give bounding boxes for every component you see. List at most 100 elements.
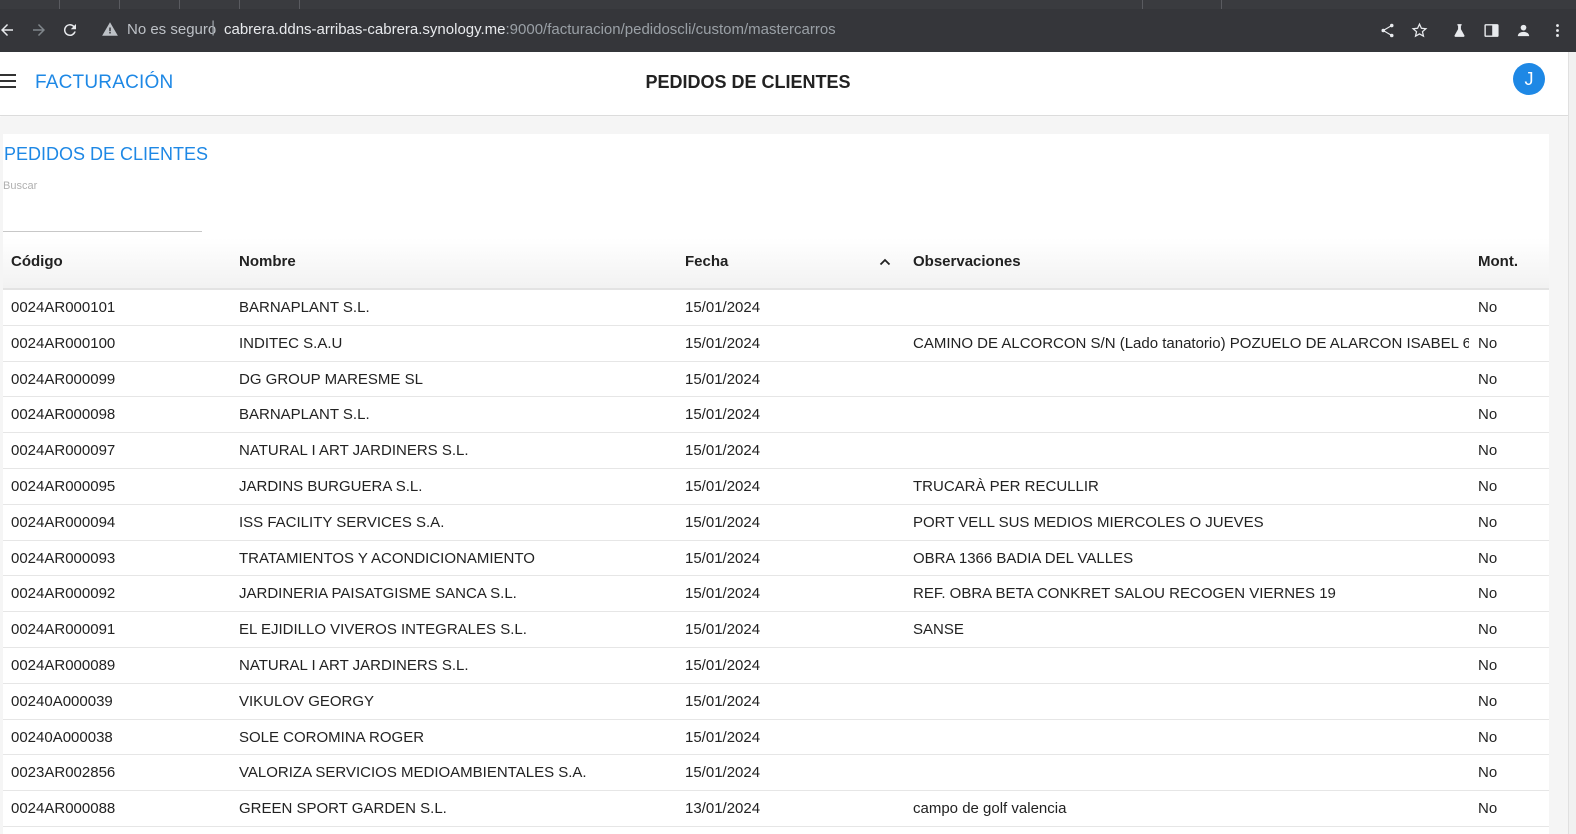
profile-icon[interactable]: [1512, 19, 1534, 41]
table-row[interactable]: 0023AR002856 VALORIZA SERVICIOS MEDIOAMBI…: [3, 755, 1549, 792]
warning-icon[interactable]: [101, 20, 119, 38]
cell-mont: No: [1478, 656, 1498, 674]
cell-fecha: 15/01/2024: [685, 299, 761, 316]
table-row[interactable]: 00240A000039 VIKULOV GEORGY 15/01/2024 No: [3, 684, 1549, 720]
table-row[interactable]: 0024AR000089 NATURAL I ART JARDINERS S.L.…: [3, 648, 1549, 684]
cell-fecha: 15/01/2024: [685, 406, 761, 424]
sort-ascending-icon[interactable]: [879, 256, 891, 268]
browser-toolbar: No es seguro | cabrera.ddns-arribas-cabr…: [0, 9, 1576, 52]
table-row[interactable]: 0024AR000100 INDITEC S.A.U 15/01/2024 CAMIN…: [3, 326, 1549, 362]
cell-fecha: 15/01/2024: [685, 764, 761, 782]
labs-flask-icon[interactable]: [1448, 19, 1470, 41]
cell-fecha: 15/01/2024: [685, 442, 761, 460]
table-row[interactable]: 0024AR000097 NATURAL I ART JARDINERS S.L.…: [3, 433, 1549, 469]
cell-nombre: NATURAL I ART JARDINERS S.L.: [239, 442, 469, 460]
cell-mont: No: [1478, 334, 1498, 352]
cell-nombre: GREEN SPORT GARDEN S.L.: [239, 800, 447, 818]
url-bar[interactable]: cabrera.ddns-arribas-cabrera.synology.me…: [224, 21, 836, 38]
side-panel-icon[interactable]: [1480, 19, 1502, 41]
cell-nombre: VALORIZA SERVICIOS MEDIOAMBIENTALES S.A.: [239, 764, 587, 782]
cell-mont: No: [1478, 477, 1498, 495]
share-icon[interactable]: [1376, 19, 1398, 41]
cell-codigo: 0024AR000091: [11, 621, 116, 639]
cell-nombre: SOLE COROMINA ROGER: [239, 728, 425, 746]
star-icon[interactable]: [1408, 19, 1430, 41]
browser-tab[interactable]: [60, 0, 120, 9]
search-label: Buscar: [3, 180, 38, 192]
cell-fecha: 15/01/2024: [685, 728, 761, 746]
cell-mont: No: [1478, 728, 1498, 746]
cell-nombre: ISS FACILITY SERVICES S.A.: [239, 513, 445, 531]
cell-codigo: 00240A000039: [11, 692, 113, 710]
cell-observaciones: campo de golf valencia: [913, 800, 1067, 818]
cell-mont: No: [1478, 370, 1498, 388]
browser-menu-icon[interactable]: [1546, 19, 1568, 41]
cell-observaciones: REF. OBRA BETA CONKRET SALOU RECOGEN VIE…: [913, 585, 1336, 603]
cell-fecha: 15/01/2024: [685, 477, 761, 495]
cell-codigo: 0024AR000092: [11, 585, 116, 603]
table-row[interactable]: 0024AR000101 BARNAPLANT S.L. 15/01/2024 No: [3, 290, 1549, 326]
browser-tab[interactable]: [240, 0, 300, 9]
reload-icon[interactable]: [59, 19, 81, 41]
cell-fecha: 15/01/2024: [685, 513, 761, 531]
avatar[interactable]: J: [1513, 63, 1545, 95]
column-header-nombre[interactable]: Nombre: [239, 253, 296, 270]
security-label[interactable]: No es seguro: [127, 21, 216, 38]
browser-tab-strip: [0, 0, 1576, 9]
cell-nombre: TRATAMIENTOS Y ACONDICIONAMIENTO: [239, 549, 535, 567]
table-row[interactable]: 0024AR000098 BARNAPLANT S.L. 15/01/2024 No: [3, 397, 1549, 434]
cell-fecha: 15/01/2024: [685, 692, 761, 710]
column-header-codigo[interactable]: Código: [11, 253, 63, 270]
browser-tab[interactable]: [0, 0, 60, 9]
cell-codigo: 0023AR002856: [11, 764, 116, 782]
browser-tab[interactable]: [180, 0, 240, 9]
cell-fecha: 13/01/2024: [685, 800, 761, 818]
cell-observaciones: SANSE: [913, 621, 964, 639]
cell-nombre: BARNAPLANT S.L.: [239, 299, 370, 316]
table-row[interactable]: 0024AR000092 JARDINERIA PAISATGISME SANCA…: [3, 576, 1549, 613]
app-header: FACTURACIÓN PEDIDOS DE CLIENTES J: [0, 52, 1568, 116]
cell-observaciones: CAMINO DE ALCORCON S/N (Lado tanatorio) …: [913, 334, 1469, 352]
back-icon[interactable]: [0, 19, 18, 41]
table-row[interactable]: 00240A000038 SOLE COROMINA ROGER 15/01/202…: [3, 720, 1549, 756]
orders-panel: PEDIDOS DE CLIENTES Buscar Código Nombre…: [3, 134, 1549, 834]
url-path: :9000/facturacion/pedidoscli/custom/mast…: [505, 21, 836, 38]
cell-codigo: 0024AR000088: [11, 800, 116, 818]
table-body: 0024AR000101 BARNAPLANT S.L. 15/01/2024 No 0…: [3, 290, 1549, 827]
cell-mont: No: [1478, 800, 1498, 818]
table-row[interactable]: 0024AR000095 JARDINS BURGUERA S.L. 15/01/2…: [3, 469, 1549, 505]
cell-mont: No: [1478, 692, 1498, 710]
browser-tab[interactable]: [1142, 0, 1222, 9]
table-row[interactable]: 0024AR000093 TRATAMIENTOS Y ACONDICIONAMI…: [3, 541, 1549, 577]
column-header-observaciones[interactable]: Observaciones: [913, 253, 1021, 270]
url-separator: |: [211, 19, 216, 36]
cell-nombre: EL EJIDILLO VIVEROS INTEGRALES S.L.: [239, 621, 527, 639]
table-row[interactable]: 0024AR000099 DG GROUP MARESME SL 15/01/202…: [3, 362, 1549, 398]
cell-observaciones: TRUCARÀ PER RECULLIR: [913, 477, 1099, 495]
cell-mont: No: [1478, 299, 1498, 316]
cell-observaciones: PORT VELL SUS MEDIOS MIERCOLES O JUEVES: [913, 513, 1264, 531]
table-header: Código Nombre Fecha Observaciones Mont.: [3, 238, 1549, 290]
cell-codigo: 00240A000038: [11, 728, 113, 746]
cell-codigo: 0024AR000100: [11, 334, 116, 352]
cell-codigo: 0024AR000094: [11, 513, 116, 531]
browser-tab[interactable]: [120, 0, 180, 9]
cell-fecha: 15/01/2024: [685, 370, 761, 388]
cell-mont: No: [1478, 442, 1498, 460]
forward-icon[interactable]: [28, 19, 50, 41]
page-scrollbar[interactable]: [1568, 52, 1576, 834]
cell-fecha: 15/01/2024: [685, 549, 761, 567]
table-row[interactable]: 0024AR000091 EL EJIDILLO VIVEROS INTEGRAL…: [3, 612, 1549, 648]
cell-fecha: 15/01/2024: [685, 656, 761, 674]
cell-mont: No: [1478, 585, 1498, 603]
cell-codigo: 0024AR000093: [11, 549, 116, 567]
cell-nombre: JARDINERIA PAISATGISME SANCA S.L.: [239, 585, 517, 603]
table-row[interactable]: 0024AR000088 GREEN SPORT GARDEN S.L. 13/01…: [3, 791, 1549, 827]
cell-fecha: 15/01/2024: [685, 585, 761, 603]
column-header-mont[interactable]: Mont.: [1478, 253, 1518, 270]
cell-mont: No: [1478, 513, 1498, 531]
cell-nombre: NATURAL I ART JARDINERS S.L.: [239, 656, 469, 674]
table-row[interactable]: 0024AR000094 ISS FACILITY SERVICES S.A. 15…: [3, 505, 1549, 541]
column-header-fecha[interactable]: Fecha: [685, 253, 728, 270]
search-input[interactable]: [3, 196, 202, 232]
